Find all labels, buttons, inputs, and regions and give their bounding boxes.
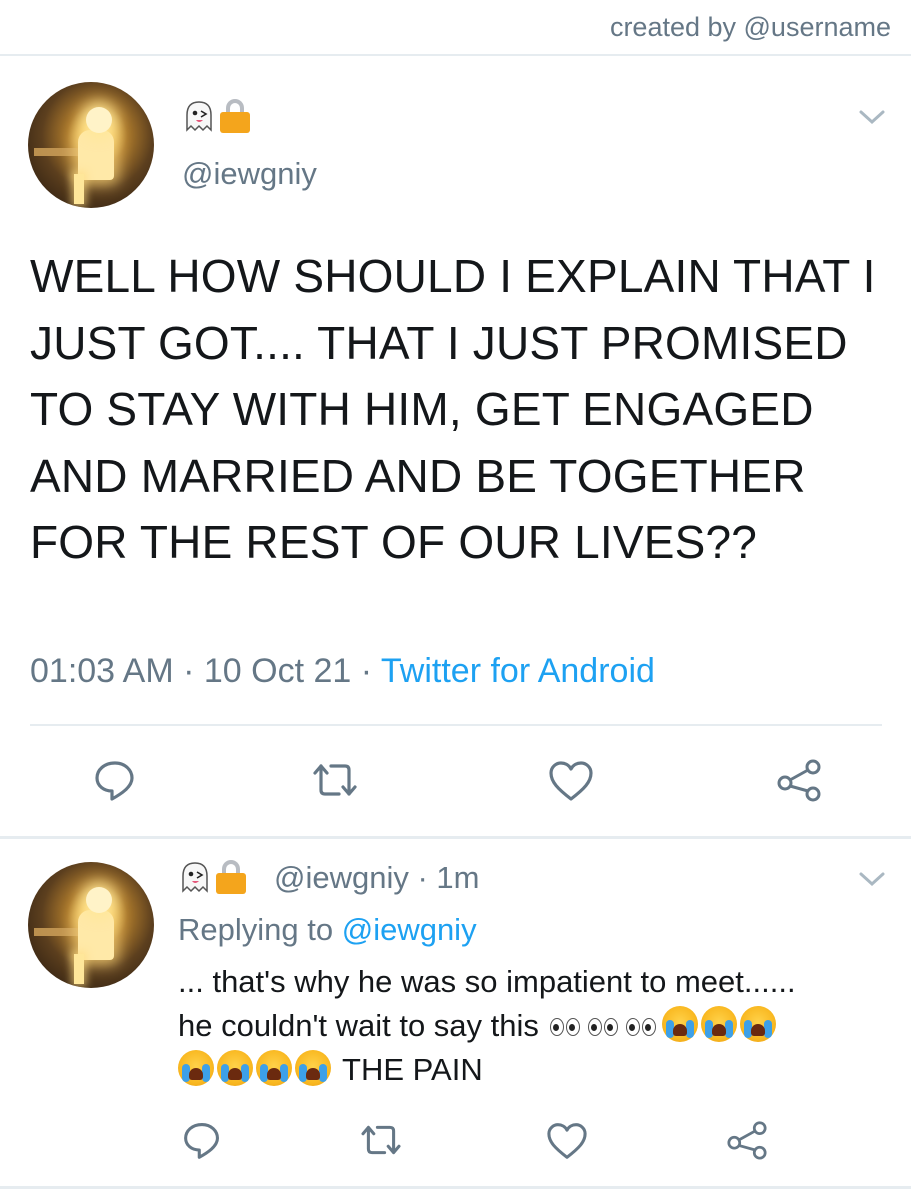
share-icon[interactable]	[726, 1120, 768, 1160]
user-handle[interactable]: @iewgniy	[182, 156, 317, 192]
meta-separator: ·	[351, 652, 381, 690]
top-bar: created by @username	[0, 0, 911, 56]
replying-label: Replying to	[178, 912, 342, 947]
chevron-down-icon[interactable]	[858, 870, 886, 888]
like-icon[interactable]	[546, 1122, 588, 1160]
avatar[interactable]	[28, 862, 154, 988]
chevron-down-icon[interactable]	[858, 108, 886, 126]
reply-header: @iewgniy · 1m	[274, 860, 480, 896]
divider	[0, 1186, 911, 1189]
tweet-age: 1m	[436, 860, 480, 895]
crying-face-emoji	[217, 1050, 253, 1086]
meta-separator: ·	[173, 652, 204, 690]
ghost-icon	[184, 99, 214, 133]
reply-end-text: THE PAIN	[334, 1052, 483, 1087]
credit-text: created by @username	[609, 12, 891, 42]
user-handle[interactable]: @iewgniy	[274, 860, 409, 895]
reply-icon[interactable]	[182, 1120, 222, 1160]
avatar[interactable]	[28, 82, 154, 208]
lock-icon	[216, 860, 246, 894]
crying-face-emoji	[739, 1006, 776, 1042]
user-badges	[180, 860, 246, 894]
retweet-icon[interactable]	[360, 1122, 402, 1158]
replying-handle-link[interactable]: @iewgniy	[342, 912, 477, 947]
eyes-emoji	[586, 1016, 622, 1038]
divider	[30, 724, 882, 726]
tweet-source-link[interactable]: Twitter for Android	[381, 652, 655, 690]
eyes-emoji	[624, 1016, 660, 1038]
replying-to: Replying to @iewgniy	[178, 912, 477, 948]
reply-line-3: THE PAIN	[178, 1048, 878, 1092]
reply-line-2: he couldn't wait to say this	[178, 1004, 878, 1048]
like-icon[interactable]	[548, 760, 594, 802]
crying-face-emoji	[295, 1050, 331, 1086]
crying-face-emoji	[178, 1050, 214, 1086]
crying-face-emoji	[256, 1050, 292, 1086]
meta-separator: ·	[408, 860, 437, 895]
lock-icon	[220, 99, 250, 133]
crying-emoji-group	[661, 1006, 779, 1043]
crying-emoji-group	[178, 1050, 334, 1087]
ghost-icon	[180, 860, 210, 894]
eyes-emoji-group	[548, 1008, 662, 1043]
crying-face-emoji	[700, 1006, 737, 1042]
tweet-meta: 01:03 AM · 10 Oct 21 · Twitter for Andro…	[30, 652, 655, 691]
tweet-date: 10 Oct 21	[203, 652, 352, 690]
reply-text: ... that's why he was so impatient to me…	[178, 960, 878, 1092]
user-badges	[184, 99, 250, 133]
crying-face-emoji	[661, 1006, 698, 1042]
tweet-text: WELL HOW SHOULD I EXPLAIN THAT I JUST GO…	[30, 250, 876, 568]
tweet-time: 01:03 AM	[30, 652, 174, 690]
divider	[0, 836, 911, 839]
share-icon[interactable]	[776, 758, 822, 802]
eyes-emoji	[548, 1016, 584, 1038]
reply-icon[interactable]	[93, 758, 137, 802]
retweet-icon[interactable]	[312, 760, 358, 800]
reply-line-2-text: he couldn't wait to say this	[178, 1008, 548, 1043]
reply-line-1: ... that's why he was so impatient to me…	[178, 964, 796, 999]
